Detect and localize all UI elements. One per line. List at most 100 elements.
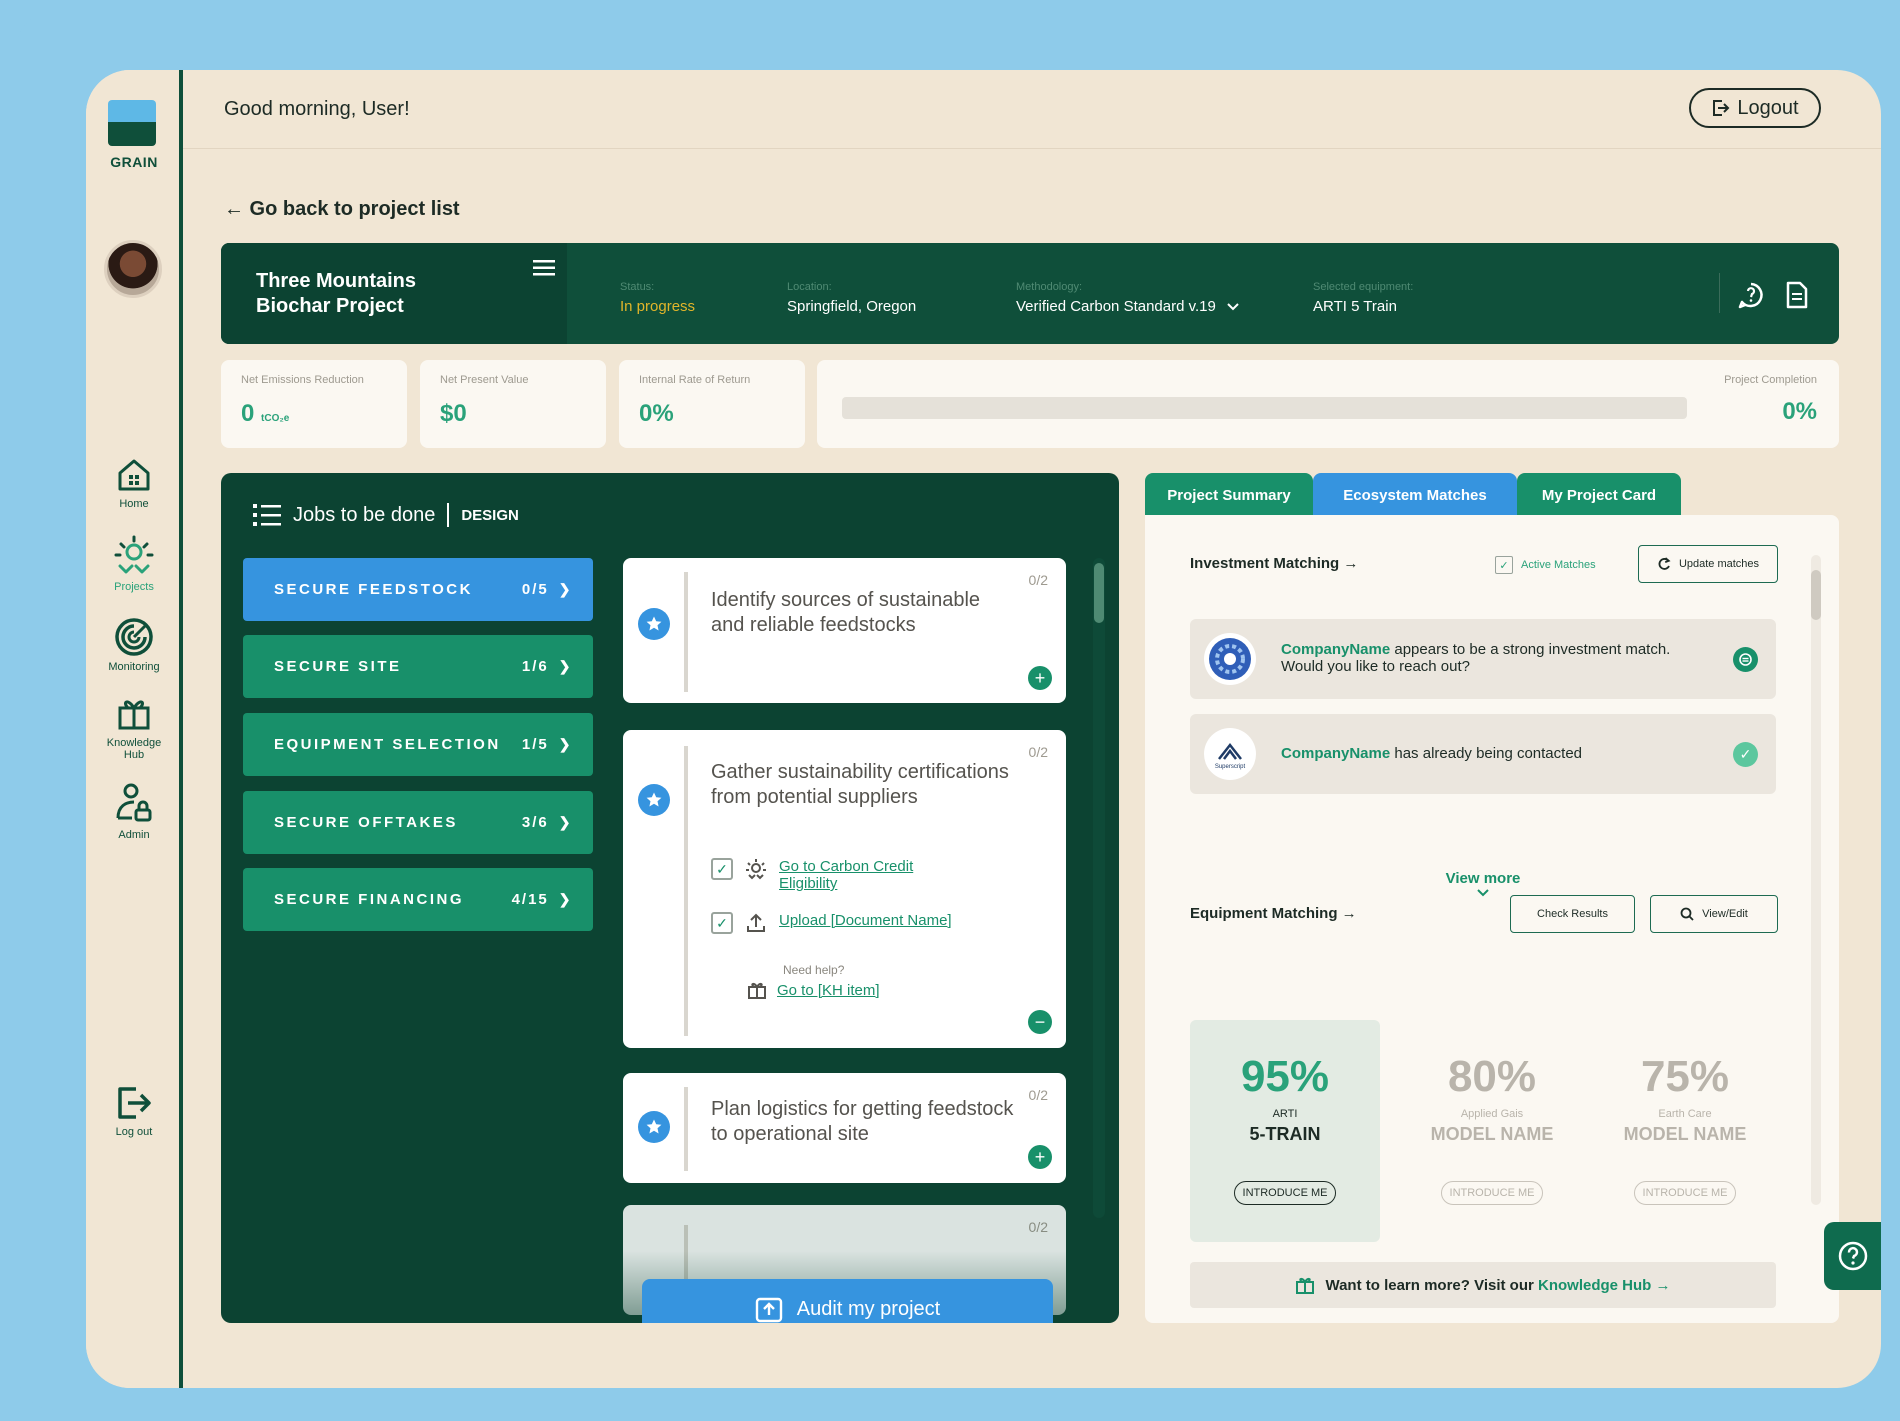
equipment-matching-title[interactable]: Equipment Matching → bbox=[1190, 905, 1357, 922]
nav-home[interactable]: Home bbox=[86, 455, 182, 510]
active-matches-toggle[interactable]: ✓ Active Matches bbox=[1495, 556, 1596, 574]
logout-icon bbox=[118, 1087, 151, 1119]
tab-ecosystem-matches[interactable]: Ecosystem Matches bbox=[1313, 473, 1517, 517]
investment-match-card[interactable]: CompanyName appears to be a strong inves… bbox=[1190, 619, 1776, 699]
add-task-button[interactable]: + bbox=[1028, 666, 1052, 690]
panel-scrollbar[interactable] bbox=[1811, 555, 1821, 1205]
npv-label: Net Present Value bbox=[440, 374, 529, 386]
company-logo-icon bbox=[1209, 638, 1251, 680]
star-icon bbox=[638, 1111, 670, 1143]
job-secure-site[interactable]: SECURE SITE 1/6 ❯ bbox=[243, 635, 593, 698]
task-count: 0/2 bbox=[1028, 1087, 1048, 1103]
panel-scrollbar-thumb[interactable] bbox=[1811, 570, 1821, 620]
job-secure-feedstock[interactable]: SECURE FEEDSTOCK 0/5 ❯ bbox=[243, 558, 593, 621]
upload-document-link[interactable]: Upload [Document Name] bbox=[779, 912, 952, 929]
tab-my-project-card[interactable]: My Project Card bbox=[1517, 473, 1681, 517]
emissions-unit: tCO₂e bbox=[261, 413, 290, 424]
tab-project-summary[interactable]: Project Summary bbox=[1145, 473, 1313, 517]
chevron-down-icon bbox=[1477, 889, 1489, 897]
equipment-model: MODEL NAME bbox=[1623, 1124, 1747, 1144]
company-name[interactable]: CompanyName bbox=[1281, 745, 1390, 762]
collapse-task-button[interactable]: − bbox=[1028, 1010, 1052, 1034]
view-more-link[interactable]: View more bbox=[1428, 870, 1538, 897]
introduce-me-button[interactable]: INTRODUCE ME bbox=[1440, 1181, 1544, 1205]
svg-text:Superscript: Superscript bbox=[1215, 764, 1246, 770]
task-card-expanded[interactable]: Gather sustainability certifications fro… bbox=[623, 730, 1066, 1048]
greeting: Good morning, User! bbox=[224, 98, 410, 120]
check-results-button[interactable]: Check Results bbox=[1510, 895, 1635, 933]
view-edit-button[interactable]: View/Edit bbox=[1650, 895, 1778, 933]
introduce-me-button[interactable]: INTRODUCE ME bbox=[1233, 1181, 1337, 1205]
introduce-me-button[interactable]: INTRODUCE ME bbox=[1633, 1181, 1737, 1205]
job-secure-financing[interactable]: SECURE FINANCING 4/15 ❯ bbox=[243, 868, 593, 931]
investment-matching-title[interactable]: Investment Matching → bbox=[1190, 555, 1358, 572]
methodology-field[interactable]: Methodology: Verified Carbon Standard v.… bbox=[1016, 281, 1240, 315]
project-title-box: Three Mountains Biochar Project bbox=[221, 243, 567, 344]
outer-frame: GRAIN Home Projects Monitoring Knowledge… bbox=[16, 10, 1900, 1410]
add-task-button[interactable]: + bbox=[1028, 1145, 1052, 1169]
active-matches-checkbox[interactable]: ✓ bbox=[1495, 556, 1513, 574]
jobs-phase: DESIGN bbox=[461, 506, 519, 524]
chevron-down-icon[interactable] bbox=[1226, 302, 1240, 312]
carbon-credit-link[interactable]: Go to Carbon Credit Eligibility bbox=[779, 858, 939, 892]
hamburger-menu-icon[interactable] bbox=[533, 259, 555, 277]
grain-logo[interactable] bbox=[108, 100, 156, 146]
project-bar: Three Mountains Biochar Project Status: … bbox=[221, 243, 1839, 344]
company-name[interactable]: CompanyName bbox=[1281, 641, 1390, 658]
chevron-right-icon: ❯ bbox=[558, 581, 573, 597]
subtask-carbon-credit[interactable]: ✓ Go to Carbon Credit Eligibility bbox=[711, 858, 939, 892]
investment-match-card[interactable]: Superscript CompanyName has already bein… bbox=[1190, 714, 1776, 794]
header-divider bbox=[183, 148, 1881, 149]
logout-icon bbox=[1713, 100, 1730, 116]
location-value: Springfield, Oregon bbox=[787, 298, 917, 315]
subtask-checkbox[interactable]: ✓ bbox=[711, 858, 733, 880]
nav-logout[interactable]: Log out bbox=[86, 1083, 182, 1138]
equipment-match-card[interactable]: 80% Applied Gais MODEL NAME INTRODUCE ME bbox=[1397, 1020, 1587, 1242]
nav-projects[interactable]: Projects bbox=[86, 534, 182, 593]
job-secure-offtakes[interactable]: SECURE OFFTAKES 3/6 ❯ bbox=[243, 791, 593, 854]
location-field: Location: Springfield, Oregon bbox=[787, 281, 916, 315]
logout-button[interactable]: Logout bbox=[1689, 88, 1821, 128]
company-logo-icon: Superscript bbox=[1215, 742, 1246, 770]
help-button[interactable] bbox=[1824, 1222, 1881, 1290]
task-text: Identify sources of sustainable and reli… bbox=[711, 589, 981, 636]
jobs-scrollbar[interactable] bbox=[1093, 558, 1105, 1218]
subtask-checkbox[interactable]: ✓ bbox=[711, 912, 733, 934]
equipment-match-card[interactable]: 95% ARTI 5-TRAIN INTRODUCE ME bbox=[1190, 1020, 1380, 1242]
task-card[interactable]: Plan logistics for getting feedstock to … bbox=[623, 1073, 1066, 1183]
message-icon[interactable] bbox=[1733, 647, 1758, 672]
knowledge-hub-link[interactable]: Knowledge Hub bbox=[1538, 1277, 1651, 1294]
net-emissions-value: 0 tCO₂e bbox=[241, 400, 290, 427]
nav-knowledge-hub-label: Knowledge Hub bbox=[106, 737, 162, 761]
nav-admin[interactable]: Admin bbox=[86, 782, 182, 841]
npv-value: $0 bbox=[440, 400, 467, 427]
avatar[interactable] bbox=[104, 240, 162, 298]
ecosystem-matches-panel: Investment Matching → ✓ Active Matches U… bbox=[1145, 515, 1839, 1323]
equipment-match-card[interactable]: 75% Earth Care MODEL NAME INTRODUCE ME bbox=[1590, 1020, 1780, 1242]
nav-knowledge-hub[interactable]: Knowledge Hub bbox=[86, 694, 182, 761]
help-row[interactable]: Go to [KH item] bbox=[747, 980, 880, 1000]
chat-icon[interactable] bbox=[1737, 281, 1765, 309]
knowledge-hub-banner[interactable]: Want to learn more? Visit our Knowledge … bbox=[1190, 1262, 1776, 1308]
subtask-upload[interactable]: ✓ Upload [Document Name] bbox=[711, 912, 952, 934]
equipment-brand: ARTI bbox=[1272, 1108, 1298, 1120]
task-text: Gather sustainability certifications fro… bbox=[711, 761, 1009, 808]
jobs-scrollbar-thumb[interactable] bbox=[1094, 563, 1104, 623]
chevron-right-icon: ❯ bbox=[558, 814, 573, 830]
net-emissions-label: Net Emissions Reduction bbox=[241, 374, 364, 386]
refresh-icon bbox=[1658, 557, 1671, 570]
back-to-project-list-link[interactable]: ← Go back to project list bbox=[224, 198, 460, 221]
check-circle-icon: ✓ bbox=[1733, 742, 1758, 767]
nav-monitoring[interactable]: Monitoring bbox=[86, 616, 182, 673]
update-matches-button[interactable]: Update matches bbox=[1638, 545, 1778, 583]
equipment-value: ARTI 5 Train bbox=[1313, 298, 1397, 315]
search-icon bbox=[1680, 907, 1694, 921]
sidebar-divider bbox=[179, 70, 183, 1388]
document-icon[interactable] bbox=[1785, 281, 1809, 309]
kh-item-link[interactable]: Go to [KH item] bbox=[777, 982, 880, 999]
task-card[interactable]: Identify sources of sustainable and reli… bbox=[623, 558, 1066, 703]
audit-my-project-button[interactable]: Audit my project bbox=[642, 1279, 1053, 1323]
jobs-header-divider bbox=[447, 503, 450, 527]
task-count: 0/2 bbox=[1028, 1219, 1048, 1235]
job-equipment-selection[interactable]: EQUIPMENT SELECTION 1/5 ❯ bbox=[243, 713, 593, 776]
